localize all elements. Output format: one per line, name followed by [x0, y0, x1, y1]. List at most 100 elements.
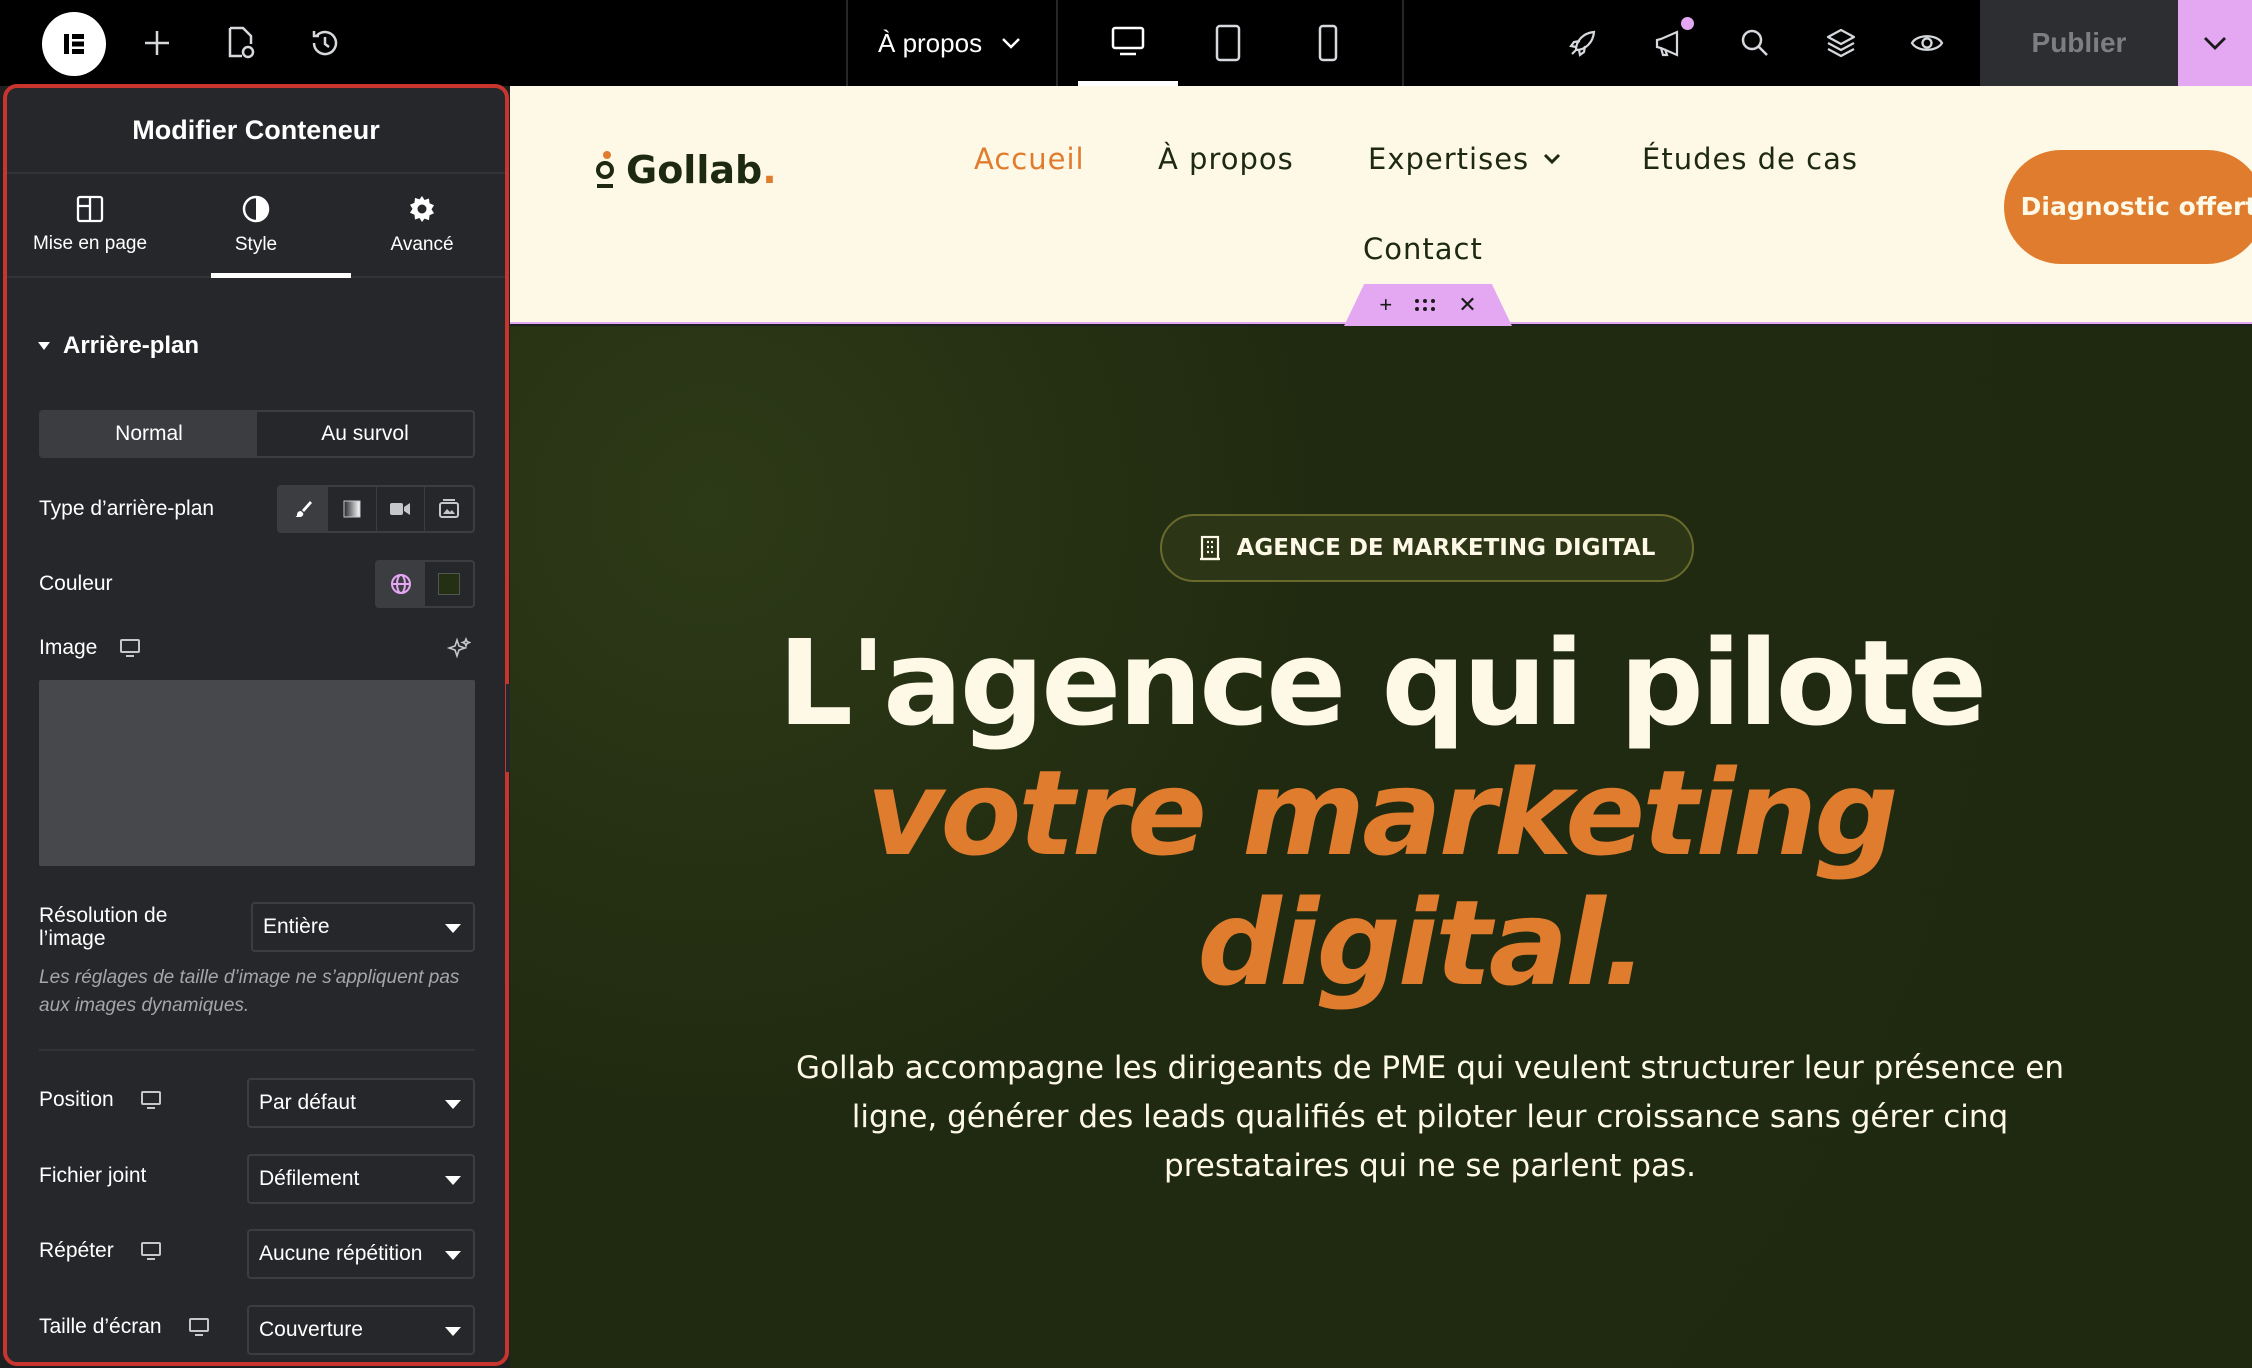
color-control — [375, 560, 475, 608]
notification-dot — [1681, 17, 1694, 30]
search-icon — [1741, 29, 1768, 56]
bg-type-switcher — [277, 485, 475, 533]
add-element-button[interactable] — [134, 20, 180, 66]
page-selector[interactable]: À propos — [878, 0, 1022, 86]
nav-link-etudes-de-cas[interactable]: Études de cas — [1642, 142, 1858, 176]
chevron-down-icon — [2204, 37, 2226, 50]
image-size-hint: Les réglages de taille d’image ne s’appl… — [39, 967, 460, 1016]
slideshow-icon — [439, 499, 460, 518]
layout-icon — [76, 195, 104, 223]
add-container-icon[interactable]: + — [1379, 292, 1392, 318]
ai-sparkle-button[interactable] — [447, 637, 471, 661]
delete-container-icon[interactable]: ✕ — [1458, 292, 1476, 318]
dropdown-caret-icon — [445, 1176, 461, 1185]
size-value: Couverture — [259, 1318, 363, 1341]
chevron-down-icon — [1544, 153, 1561, 165]
page-settings-button[interactable] — [218, 20, 264, 66]
page-selector-label: À propos — [878, 27, 983, 58]
separator — [1056, 0, 1058, 86]
structure-button[interactable] — [1818, 20, 1864, 66]
nav-link-expertises[interactable]: Expertises — [1368, 142, 1561, 176]
resolution-value: Entière — [263, 915, 330, 938]
position-select[interactable]: Par défaut — [247, 1078, 475, 1128]
nav-link-contact[interactable]: Contact — [1363, 232, 1483, 266]
position-value: Par défaut — [259, 1091, 356, 1114]
panel-tabs: Mise en page Style Avancé — [7, 174, 505, 278]
dropdown-caret-icon — [445, 1327, 461, 1336]
size-label: Taille d’écran — [39, 1315, 162, 1338]
site-logo[interactable]: Gollab. — [594, 148, 777, 192]
elementor-logo-button[interactable] — [42, 12, 106, 76]
active-tab-indicator — [211, 273, 351, 278]
global-colors-button[interactable] — [377, 562, 425, 606]
tab-layout-label: Mise en page — [32, 233, 148, 254]
bg-type-gradient-button[interactable] — [326, 487, 376, 531]
hero-badge: AGENCE DE MARKETING DIGITAL — [1160, 514, 1694, 582]
tab-style[interactable]: Style — [173, 174, 339, 276]
dropdown-caret-icon — [445, 924, 461, 933]
state-hover-button[interactable]: Au survol — [257, 412, 473, 456]
responsive-desktop-icon[interactable] — [188, 1317, 210, 1337]
chevron-down-icon — [1002, 38, 1020, 49]
plus-icon — [145, 31, 169, 55]
attachment-select[interactable]: Défilement — [247, 1154, 475, 1204]
site-logo-dot: . — [762, 148, 777, 192]
size-select[interactable]: Couverture — [247, 1305, 475, 1355]
sparkle-icon — [447, 637, 471, 659]
dropdown-caret-icon — [445, 1100, 461, 1109]
background-image-preview[interactable] — [39, 680, 475, 866]
elementor-icon — [64, 34, 84, 54]
responsive-desktop-icon[interactable] — [140, 1241, 162, 1261]
tablet-view-button[interactable] — [1178, 0, 1278, 86]
bg-type-slideshow-button[interactable] — [424, 487, 473, 531]
desktop-view-button[interactable] — [1078, 0, 1178, 86]
diagnostic-cta-button[interactable]: Diagnostic offert — [2004, 150, 2252, 264]
state-switcher: Normal Au survol — [39, 410, 475, 458]
nav-link-a-propos[interactable]: À propos — [1158, 142, 1294, 176]
responsive-desktop-icon[interactable] — [140, 1090, 162, 1110]
dropdown-caret-icon — [445, 1251, 461, 1260]
repeat-select[interactable]: Aucune répétition — [247, 1229, 475, 1279]
publish-options-button[interactable] — [2178, 0, 2252, 86]
publish-button[interactable]: Publier — [1980, 0, 2178, 86]
history-icon — [312, 30, 338, 56]
gear-icon — [410, 196, 434, 222]
preview-button[interactable] — [1904, 20, 1950, 66]
mobile-view-button[interactable] — [1278, 0, 1378, 86]
tab-advanced-label: Avancé — [390, 234, 454, 255]
nav-link-accueil[interactable]: Accueil — [974, 142, 1085, 176]
hero-section[interactable]: AGENCE DE MARKETING DIGITAL L'agence qui… — [510, 326, 2252, 1368]
history-button[interactable] — [302, 20, 348, 66]
building-icon — [1199, 535, 1220, 561]
search-button[interactable] — [1732, 20, 1778, 66]
launchpad-button[interactable] — [1560, 20, 1606, 66]
tab-advanced[interactable]: Avancé — [339, 174, 505, 276]
bg-type-video-button[interactable] — [375, 487, 425, 531]
gradient-icon — [343, 500, 361, 518]
attachment-label: Fichier joint — [39, 1164, 147, 1187]
size-row: Taille d’écran — [39, 1315, 210, 1339]
resolution-select[interactable]: Entière — [251, 902, 475, 952]
hero-lead-paragraph: Gollab accompagne les dirigeants de PME … — [795, 1050, 2065, 1184]
image-row: Image — [39, 636, 141, 660]
image-label: Image — [39, 636, 98, 659]
color-picker-button[interactable] — [425, 562, 473, 606]
tab-layout[interactable]: Mise en page — [7, 174, 173, 276]
section-background-toggle[interactable]: Arrière-plan — [37, 332, 199, 360]
drag-handle-icon[interactable] — [1414, 298, 1436, 312]
caret-down-icon — [38, 342, 50, 350]
site-logo-text: Gollab — [626, 148, 763, 192]
bg-type-classic-button[interactable] — [279, 487, 327, 531]
responsive-desktop-icon[interactable] — [119, 638, 141, 658]
resolution-label: Résolution de l’image — [39, 904, 168, 950]
site-preview: Gollab. Accueil À propos Expertises Étud… — [510, 86, 2252, 1368]
editor-panel: Modifier Conteneur Mise en page Style Av… — [3, 84, 509, 1366]
hero-badge-text: AGENCE DE MARKETING DIGITAL — [1236, 535, 1656, 561]
logo-person-icon — [596, 151, 614, 188]
document-settings-icon — [228, 26, 255, 59]
repeat-label: Répéter — [39, 1239, 114, 1262]
video-icon — [390, 503, 411, 515]
layers-icon — [1826, 28, 1856, 58]
state-normal-button[interactable]: Normal — [41, 412, 257, 456]
desktop-icon — [1111, 26, 1145, 55]
